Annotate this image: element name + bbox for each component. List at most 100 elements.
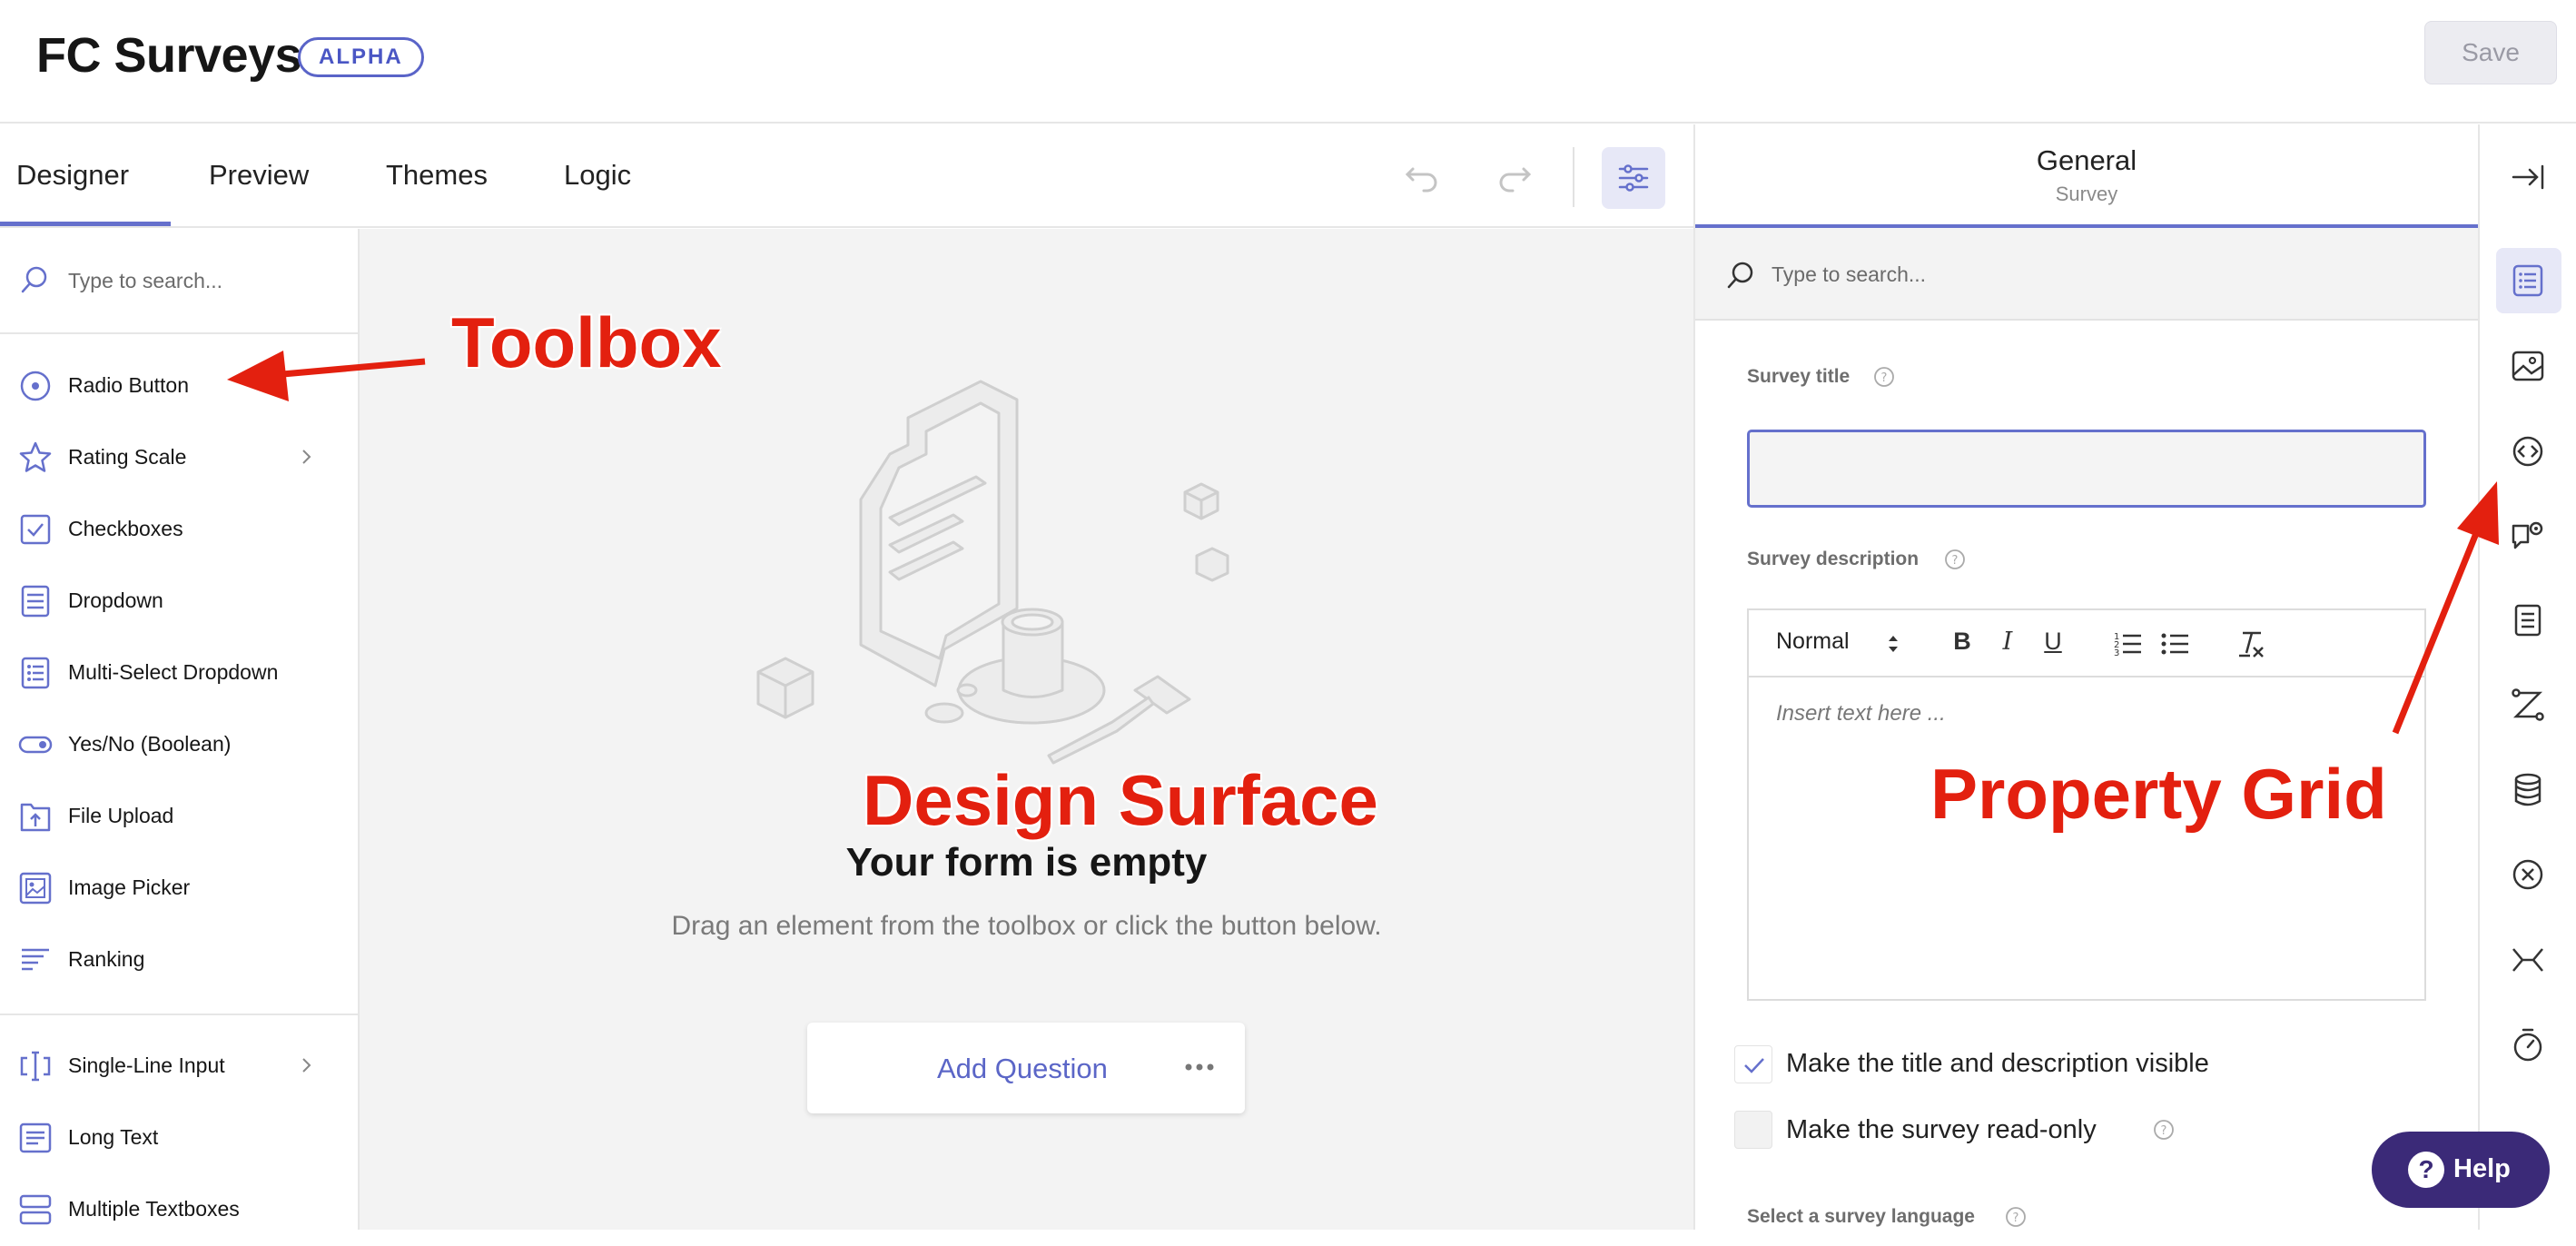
search-icon (1727, 262, 1753, 289)
readonly-checkbox[interactable] (1734, 1111, 1772, 1149)
ordered-list-icon[interactable]: 123 (2112, 628, 2143, 659)
file-upload-icon (20, 803, 51, 832)
more-options-icon[interactable] (1181, 1053, 1218, 1081)
help-circle-icon[interactable]: ? (2153, 1119, 2175, 1141)
image-icon[interactable] (2508, 346, 2548, 386)
svg-text:3: 3 (2114, 648, 2119, 658)
help-circle-icon[interactable]: ? (1944, 549, 1966, 570)
tool-image-picker[interactable]: Image Picker (0, 853, 358, 925)
empty-form-illustration (756, 380, 1229, 765)
dropdown-icon (21, 585, 50, 618)
tool-boolean[interactable]: Yes/No (Boolean) (0, 709, 358, 781)
clear-formatting-icon[interactable] (2235, 628, 2266, 659)
tool-long-text[interactable]: Long Text (0, 1103, 358, 1174)
ranking-icon (22, 948, 49, 971)
underline-button[interactable]: U (2038, 628, 2068, 660)
navigation-icon[interactable] (2508, 431, 2548, 471)
app-title: FC Surveys (36, 28, 302, 83)
annotation-property-grid: Property Grid (1930, 754, 2387, 834)
svg-text:?: ? (2161, 1124, 2167, 1138)
tool-ranking[interactable]: Ranking (0, 925, 358, 996)
collapse-panel-icon[interactable] (2508, 157, 2548, 197)
toolbox-search-input[interactable]: Type to search... (68, 269, 222, 293)
format-select[interactable]: Normal (1776, 628, 1850, 655)
readonly-checkbox-label: Make the survey read-only (1786, 1115, 2097, 1144)
tool-rating-scale[interactable]: Rating Scale (0, 422, 358, 494)
select-arrows-icon (1889, 636, 1898, 652)
tool-label: Image Picker (68, 875, 191, 899)
tab-logic[interactable]: Logic (564, 124, 631, 226)
alpha-badge: ALPHA (298, 37, 424, 77)
tab-designer[interactable]: Designer (0, 124, 171, 226)
property-search-input[interactable]: Type to search... (1772, 262, 1926, 287)
chevron-right-icon[interactable] (298, 1056, 316, 1074)
tool-radio-button[interactable]: Radio Button (0, 351, 358, 422)
tool-single-line-input[interactable]: Single-Line Input (0, 1031, 358, 1103)
help-circle-icon[interactable]: ? (2005, 1206, 2027, 1228)
tool-label: Checkboxes (68, 517, 183, 540)
tool-multi-select-dropdown[interactable]: Multi-Select Dropdown (0, 638, 358, 709)
tool-label: Rating Scale (68, 445, 187, 469)
tab-themes[interactable]: Themes (386, 124, 488, 226)
settings-sliders-icon (1618, 164, 1649, 192)
tool-label: Radio Button (68, 373, 189, 397)
empty-form-description: Drag an element from the toolbox or clic… (671, 911, 1382, 941)
italic-button[interactable]: I (1992, 628, 2023, 660)
tool-checkboxes[interactable]: Checkboxes (0, 494, 358, 566)
property-grid-subtitle: Survey (2055, 183, 2118, 205)
multiselect-icon (21, 657, 50, 689)
survey-description-label: Survey description (1747, 549, 1920, 569)
question-settings-icon[interactable] (2508, 515, 2548, 555)
visible-checkbox[interactable] (1734, 1045, 1772, 1083)
survey-title-input[interactable] (1747, 430, 2426, 508)
pdf-icon[interactable] (2508, 940, 2548, 980)
svg-text:?: ? (1881, 371, 1888, 385)
help-button[interactable]: ? Help (2372, 1132, 2550, 1208)
tool-label: Long Text (68, 1125, 159, 1149)
property-categories-bar (2478, 124, 2576, 1230)
tool-label: Multi-Select Dropdown (68, 660, 279, 684)
bullet-list-icon[interactable] (2159, 628, 2190, 659)
pages-icon[interactable] (2508, 600, 2548, 640)
property-search[interactable]: Type to search... (1695, 228, 2478, 321)
logic-icon[interactable] (2508, 685, 2548, 725)
undo-icon[interactable] (1402, 156, 1442, 196)
help-label: Help (2453, 1154, 2511, 1183)
chevron-right-icon[interactable] (298, 448, 316, 466)
survey-language-label: Select a survey language (1747, 1206, 1975, 1227)
app-header: FC Surveys ALPHA Save (0, 0, 2576, 124)
toolbox: Type to search... Radio Button Rating Sc… (0, 229, 360, 1230)
image-picker-icon (19, 872, 52, 905)
add-question-button[interactable]: Add Question (937, 1053, 1108, 1085)
save-button[interactable]: Save (2424, 21, 2557, 84)
property-grid-header: General Survey (1695, 124, 2478, 228)
long-text-icon (19, 1122, 52, 1153)
bold-button[interactable]: B (1947, 628, 1978, 660)
rich-text-toolbar: Normal B I U 123 (1749, 610, 2424, 677)
property-grid: General Survey Type to search... Survey … (1693, 124, 2478, 1230)
radio-icon (20, 371, 51, 401)
validation-icon[interactable] (2508, 855, 2548, 895)
annotation-toolbox: Toolbox (451, 302, 722, 382)
empty-form-title: Your form is empty (845, 840, 1208, 885)
redo-icon[interactable] (1495, 156, 1535, 196)
toolbox-search[interactable]: Type to search... (0, 229, 358, 334)
tool-multiple-textboxes[interactable]: Multiple Textboxes (0, 1174, 358, 1246)
general-list-icon[interactable] (2508, 261, 2548, 301)
annotation-design-surface: Design Surface (863, 760, 1378, 840)
survey-title-label: Survey title (1747, 366, 1851, 387)
svg-text:?: ? (1952, 554, 1959, 568)
tool-dropdown[interactable]: Dropdown (0, 566, 358, 638)
timer-icon[interactable] (2508, 1024, 2548, 1064)
property-grid-title: General (2036, 144, 2137, 176)
toolbar-divider (1573, 147, 1574, 207)
tool-file-upload[interactable]: File Upload (0, 781, 358, 853)
checkmark-icon (1744, 1058, 1764, 1073)
tool-label: Single-Line Input (68, 1053, 225, 1077)
tab-preview[interactable]: Preview (209, 124, 309, 226)
toggle-icon (18, 736, 53, 754)
settings-toggle-button[interactable] (1602, 147, 1665, 209)
multiple-textboxes-icon (19, 1194, 52, 1225)
help-circle-icon[interactable]: ? (1873, 366, 1895, 388)
data-icon[interactable] (2508, 770, 2548, 810)
